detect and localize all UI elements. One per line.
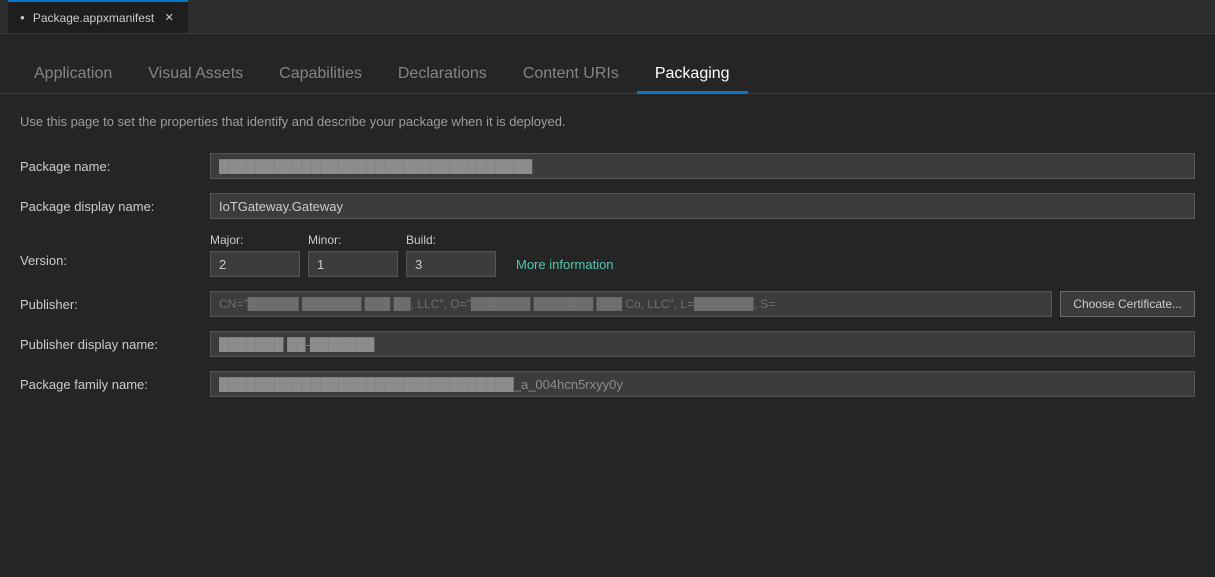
publisher-label: Publisher: xyxy=(20,297,210,312)
publisher-row: Publisher: Choose Certificate... xyxy=(20,291,1195,317)
tab-visual-assets[interactable]: Visual Assets xyxy=(130,57,261,94)
minor-input[interactable] xyxy=(308,251,398,277)
save-icon: ● xyxy=(20,13,25,22)
page-description: Use this page to set the properties that… xyxy=(20,114,1195,129)
tab-capabilities[interactable]: Capabilities xyxy=(261,57,380,94)
package-family-name-input[interactable] xyxy=(210,371,1195,397)
content-area: Use this page to set the properties that… xyxy=(0,94,1215,577)
choose-certificate-button[interactable]: Choose Certificate... xyxy=(1060,291,1195,317)
publisher-display-name-row: Publisher display name: xyxy=(20,331,1195,357)
package-name-input[interactable] xyxy=(210,153,1195,179)
tab-packaging[interactable]: Packaging xyxy=(637,57,748,94)
tab-package-appxmanifest[interactable]: ● Package.appxmanifest ✕ xyxy=(8,0,188,33)
version-fields: Major: Minor: Build: More information xyxy=(210,233,614,277)
title-bar: ● Package.appxmanifest ✕ xyxy=(0,0,1215,34)
package-display-name-row: Package display name: xyxy=(20,193,1195,219)
version-label: Version: xyxy=(20,233,210,268)
tab-content-uris[interactable]: Content URIs xyxy=(505,57,637,94)
tab-application[interactable]: Application xyxy=(16,57,130,94)
publisher-display-name-label: Publisher display name: xyxy=(20,337,210,352)
package-family-name-row: Package family name: xyxy=(20,371,1195,397)
major-input[interactable] xyxy=(210,251,300,277)
package-name-label: Package name: xyxy=(20,159,210,174)
package-name-row: Package name: xyxy=(20,153,1195,179)
package-family-name-label: Package family name: xyxy=(20,377,210,392)
publisher-input-wrapper: Choose Certificate... xyxy=(210,291,1195,317)
build-header: Build: xyxy=(406,233,496,247)
build-input[interactable] xyxy=(406,251,496,277)
close-icon[interactable]: ✕ xyxy=(162,11,176,25)
tab-declarations[interactable]: Declarations xyxy=(380,57,505,94)
publisher-display-name-input[interactable] xyxy=(210,331,1195,357)
tab-label: Package.appxmanifest xyxy=(33,11,154,25)
publisher-input[interactable] xyxy=(210,291,1052,317)
package-display-name-input[interactable] xyxy=(210,193,1195,219)
minor-header: Minor: xyxy=(308,233,398,247)
version-row: Version: Major: Minor: Build: More infor… xyxy=(20,233,1195,277)
more-info-link[interactable]: More information xyxy=(516,257,614,272)
major-header: Major: xyxy=(210,233,300,247)
package-display-name-label: Package display name: xyxy=(20,199,210,214)
nav-tabs: Application Visual Assets Capabilities D… xyxy=(0,34,1215,94)
